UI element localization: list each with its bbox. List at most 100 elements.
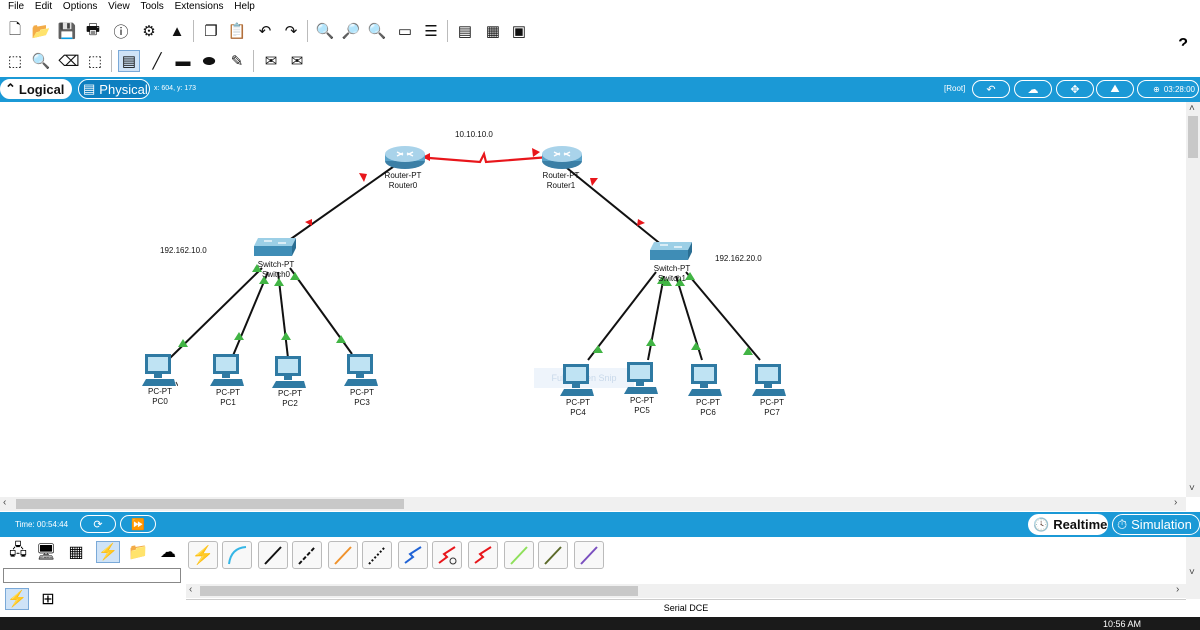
- root-label[interactable]: [Root]: [944, 84, 965, 93]
- connections-vertical-scrollbar[interactable]: ˅: [1186, 537, 1200, 599]
- iot-cable-button[interactable]: [538, 541, 568, 569]
- scroll-left-icon[interactable]: ‹: [3, 497, 6, 508]
- switch0-device[interactable]: [252, 236, 298, 263]
- components-icon[interactable]: ▦: [64, 541, 88, 563]
- grid-icon[interactable]: ⊞: [36, 588, 60, 610]
- pc5-device[interactable]: [624, 360, 660, 399]
- draw-line-icon[interactable]: ╱: [146, 50, 168, 72]
- cluster-button[interactable]: ☁: [1014, 80, 1052, 98]
- fiber-button[interactable]: [328, 541, 358, 569]
- copper-cross-button[interactable]: [292, 541, 322, 569]
- save-icon[interactable]: 💾: [56, 20, 78, 42]
- resize-shape-icon[interactable]: ⬚: [84, 50, 106, 72]
- ethernet-link[interactable]: [647, 275, 665, 361]
- place-note-icon[interactable]: ▤: [118, 50, 140, 72]
- new-file-icon[interactable]: 🗋: [4, 20, 26, 42]
- serial-dte-button[interactable]: [468, 541, 498, 569]
- menu-extensions[interactable]: Extensions: [167, 0, 224, 12]
- ethernet-link[interactable]: [231, 271, 269, 359]
- scroll-right-icon[interactable]: ›: [1176, 584, 1179, 595]
- back-button[interactable]: ↶: [972, 80, 1010, 98]
- menu-help[interactable]: Help: [226, 0, 255, 12]
- zoom-in-icon[interactable]: 🔍: [314, 20, 336, 42]
- connections-horizontal-scrollbar[interactable]: ‹ ›: [186, 584, 1186, 598]
- scroll-up-icon[interactable]: ˄: [1189, 103, 1195, 114]
- fast-forward-button[interactable]: ⏩: [120, 515, 156, 533]
- custom-device-icon[interactable]: ▲: [166, 20, 188, 42]
- image-icon[interactable]: ▣: [508, 20, 530, 42]
- paste-icon[interactable]: 📋: [226, 20, 248, 42]
- tab-logical[interactable]: ⌃ Logical: [0, 79, 72, 99]
- octal-cable-button[interactable]: [504, 541, 534, 569]
- clock-button[interactable]: ⊕ 03:28:00: [1137, 80, 1199, 98]
- workspace-horizontal-scrollbar[interactable]: ‹ ›: [0, 497, 1186, 511]
- horizontal-scroll-thumb[interactable]: [16, 499, 404, 509]
- menu-view[interactable]: View: [100, 0, 130, 12]
- redo-icon[interactable]: ↷: [280, 20, 302, 42]
- undo-icon[interactable]: ↶: [254, 20, 276, 42]
- tab-physical[interactable]: ▤ Physical: [78, 79, 150, 99]
- multiuser-cloud-icon[interactable]: ☁: [156, 541, 180, 563]
- connections-scroll-thumb[interactable]: [200, 586, 638, 596]
- print-icon[interactable]: 🖶: [82, 20, 104, 42]
- inspect-icon[interactable]: 🔍: [30, 50, 52, 72]
- draw-rectangle-icon[interactable]: ▬: [172, 50, 194, 72]
- auto-connection-button[interactable]: ⚡: [188, 541, 218, 569]
- open-folder-icon[interactable]: 📂: [30, 20, 52, 42]
- realtime-mode-button[interactable]: 🕓 Realtime: [1028, 514, 1108, 535]
- custom-devices-dialog-icon[interactable]: ☰: [420, 20, 442, 42]
- pc0-device[interactable]: [142, 352, 179, 391]
- vertical-scroll-thumb[interactable]: [1188, 116, 1198, 158]
- switch1-device[interactable]: [648, 240, 694, 267]
- add-simple-pdu-icon[interactable]: ✉: [260, 50, 282, 72]
- simulation-mode-button[interactable]: ⏱ Simulation: [1112, 514, 1200, 535]
- network-devices-icon[interactable]: 🖧: [6, 541, 30, 563]
- info-icon[interactable]: ⓘ: [110, 20, 132, 42]
- pc3-device[interactable]: [344, 352, 380, 391]
- menu-edit[interactable]: Edit: [27, 0, 52, 12]
- delete-icon[interactable]: ⌫: [58, 50, 80, 72]
- scroll-left-icon[interactable]: ‹: [189, 584, 192, 595]
- activity-wizard-icon[interactable]: ⚙: [138, 20, 160, 42]
- pc4-device[interactable]: [560, 362, 596, 401]
- workspace-vertical-scrollbar[interactable]: ˄ ˅: [1186, 102, 1200, 497]
- zoom-out-icon[interactable]: 🔍: [366, 20, 388, 42]
- network-label-lan1[interactable]: 192.162.20.0: [715, 254, 762, 263]
- move-object-button[interactable]: ✥: [1056, 80, 1094, 98]
- network-info-icon[interactable]: ▦: [482, 20, 504, 42]
- add-complex-pdu-icon[interactable]: ✉: [286, 50, 308, 72]
- connections-category-icon[interactable]: ⚡: [96, 541, 120, 563]
- device-search-input[interactable]: [3, 568, 181, 583]
- miscellaneous-icon[interactable]: 📁: [126, 541, 150, 563]
- taskbar-clock[interactable]: 10:56 AM: [1103, 619, 1141, 629]
- phone-cable-button[interactable]: [362, 541, 392, 569]
- copy-icon[interactable]: ❐: [200, 20, 222, 42]
- pc6-device[interactable]: [688, 362, 724, 401]
- scroll-down-icon[interactable]: ˅: [1189, 567, 1195, 578]
- menu-file[interactable]: File: [0, 0, 24, 12]
- scroll-down-icon[interactable]: ˅: [1189, 483, 1195, 494]
- end-devices-icon[interactable]: 🖥: [34, 541, 58, 563]
- pc2-device[interactable]: [272, 354, 308, 393]
- power-cycle-button[interactable]: ⟳: [80, 515, 116, 533]
- drawing-palette-icon[interactable]: ▭: [394, 20, 416, 42]
- copper-straight-button[interactable]: [258, 541, 288, 569]
- menu-options[interactable]: Options: [55, 0, 97, 12]
- zoom-reset-icon[interactable]: 🔎: [340, 20, 362, 42]
- notes-icon[interactable]: ▤: [454, 20, 476, 42]
- console-cable-button[interactable]: [222, 541, 252, 569]
- serial-dce-button[interactable]: [432, 541, 462, 569]
- network-label-wan[interactable]: 10.10.10.0: [455, 130, 493, 139]
- usb-cable-button[interactable]: [574, 541, 604, 569]
- scroll-right-icon[interactable]: ›: [1174, 497, 1177, 508]
- logical-workspace[interactable]: 10.10.10.0 192.162.10.0 192.162.20.0 Ful…: [0, 102, 1186, 497]
- select-icon[interactable]: ⬚: [4, 50, 26, 72]
- draw-ellipse-icon[interactable]: ⬬: [198, 50, 220, 72]
- network-label-lan0[interactable]: 192.162.10.0: [160, 246, 207, 255]
- menu-tools[interactable]: Tools: [132, 0, 163, 12]
- connections-subcategory-icon[interactable]: ⚡: [5, 588, 29, 610]
- background-image-button[interactable]: ⛰: [1096, 80, 1134, 98]
- coaxial-button[interactable]: [398, 541, 428, 569]
- pc1-device[interactable]: [210, 352, 246, 391]
- pc7-device[interactable]: [752, 362, 788, 401]
